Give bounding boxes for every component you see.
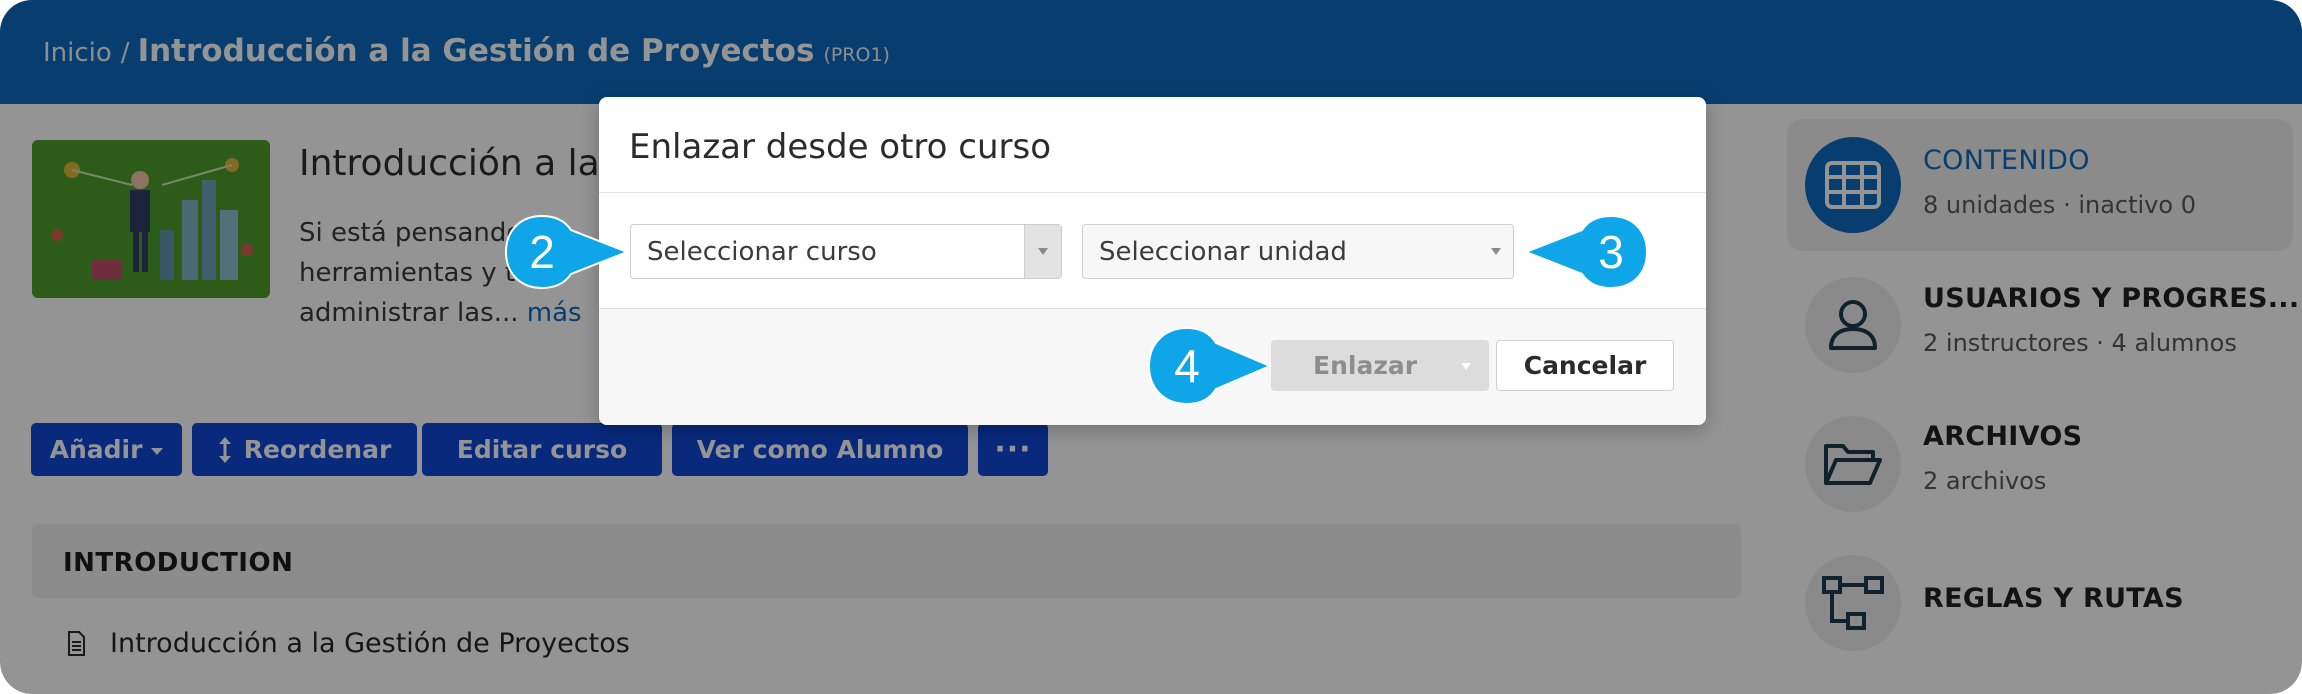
caret-down-icon (1038, 248, 1048, 255)
select-unit-dropdown[interactable]: Seleccionar unidad (1082, 224, 1514, 279)
cancel-button[interactable]: Cancelar (1496, 340, 1674, 391)
select-course-arrow[interactable] (1024, 225, 1061, 278)
dialog-title: Enlazar desde otro curso (629, 127, 1052, 167)
callout-number: 2 (529, 226, 555, 278)
callout-number: 3 (1598, 226, 1624, 278)
select-unit-placeholder: Seleccionar unidad (1099, 236, 1347, 267)
select-unit-arrow (1491, 225, 1501, 278)
callout-3: 3 (1523, 214, 1649, 293)
dialog-divider (599, 192, 1706, 193)
link-button-label: Enlazar (1313, 351, 1418, 380)
callout-number: 4 (1174, 340, 1200, 392)
caret-down-icon (1491, 248, 1501, 255)
select-course-placeholder: Seleccionar curso (647, 236, 877, 267)
caret-down-icon (1461, 363, 1471, 370)
callout-4: 4 (1147, 326, 1273, 409)
select-course-dropdown[interactable]: Seleccionar curso (630, 224, 1062, 279)
app-window: Inicio / Introducción a la Gestión de Pr… (0, 0, 2302, 694)
callout-2: 2 (504, 214, 630, 293)
link-button[interactable]: Enlazar (1271, 340, 1489, 391)
